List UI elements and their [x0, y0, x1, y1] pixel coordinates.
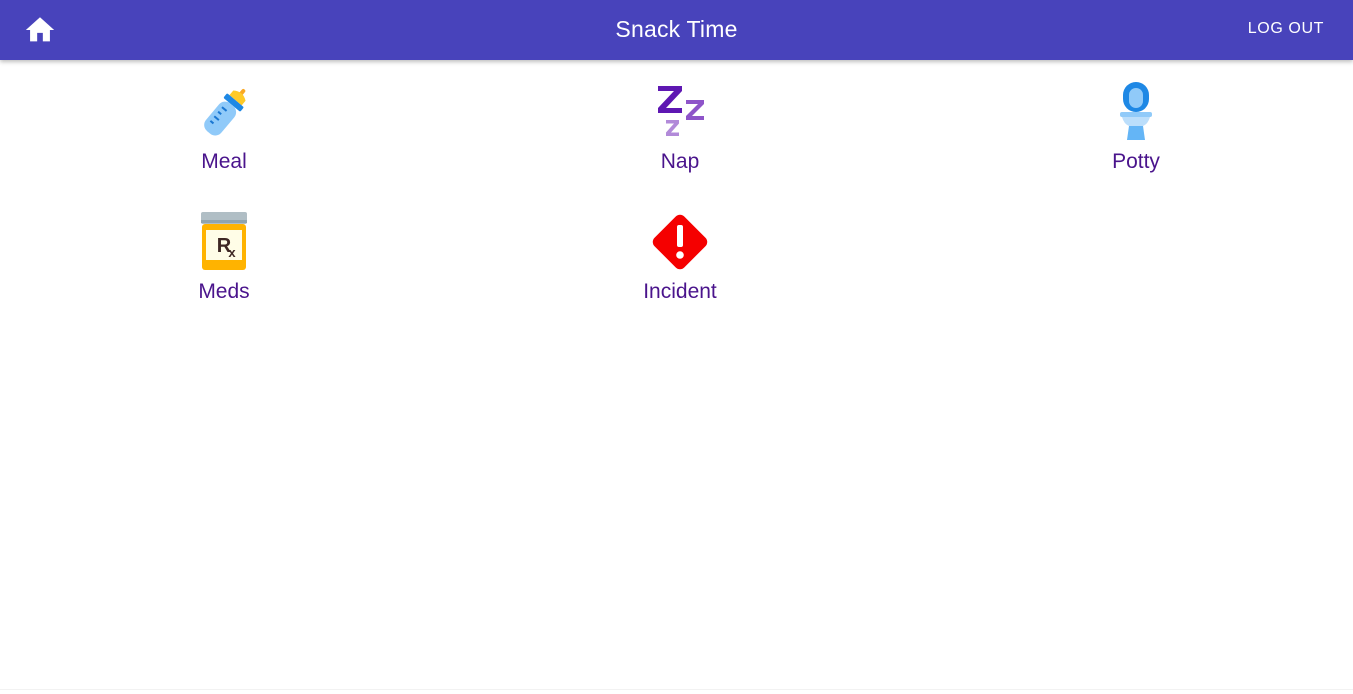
zzz-sleep-icon [658, 86, 704, 136]
pill-bottle-rx-icon: R x [201, 212, 247, 270]
svg-text:x: x [228, 245, 236, 260]
warning-diamond-icon [652, 214, 708, 270]
tile-label: Meds [198, 280, 250, 303]
baby-bottle-icon [204, 89, 246, 136]
tile-potty[interactable]: Potty [1056, 60, 1216, 180]
home-button[interactable] [20, 10, 60, 50]
tile-meal[interactable]: Meal [144, 60, 304, 180]
toilet-icon [1120, 82, 1152, 140]
tile-label: Incident [643, 280, 717, 303]
tile-label: Potty [1112, 150, 1160, 173]
home-icon [25, 17, 55, 42]
divider [0, 689, 1353, 690]
tile-label: Nap [660, 150, 700, 173]
tile-meds[interactable]: R x Meds [144, 190, 304, 310]
logout-button[interactable]: LOG OUT [1239, 14, 1333, 44]
tile-incident[interactable]: Incident [600, 190, 760, 310]
tile-label: Meal [201, 150, 247, 173]
tile-nap[interactable]: Nap [600, 60, 760, 180]
page-title: Snack Time [615, 16, 738, 42]
app-bar: Snack Time LOG OUT [0, 0, 1353, 60]
